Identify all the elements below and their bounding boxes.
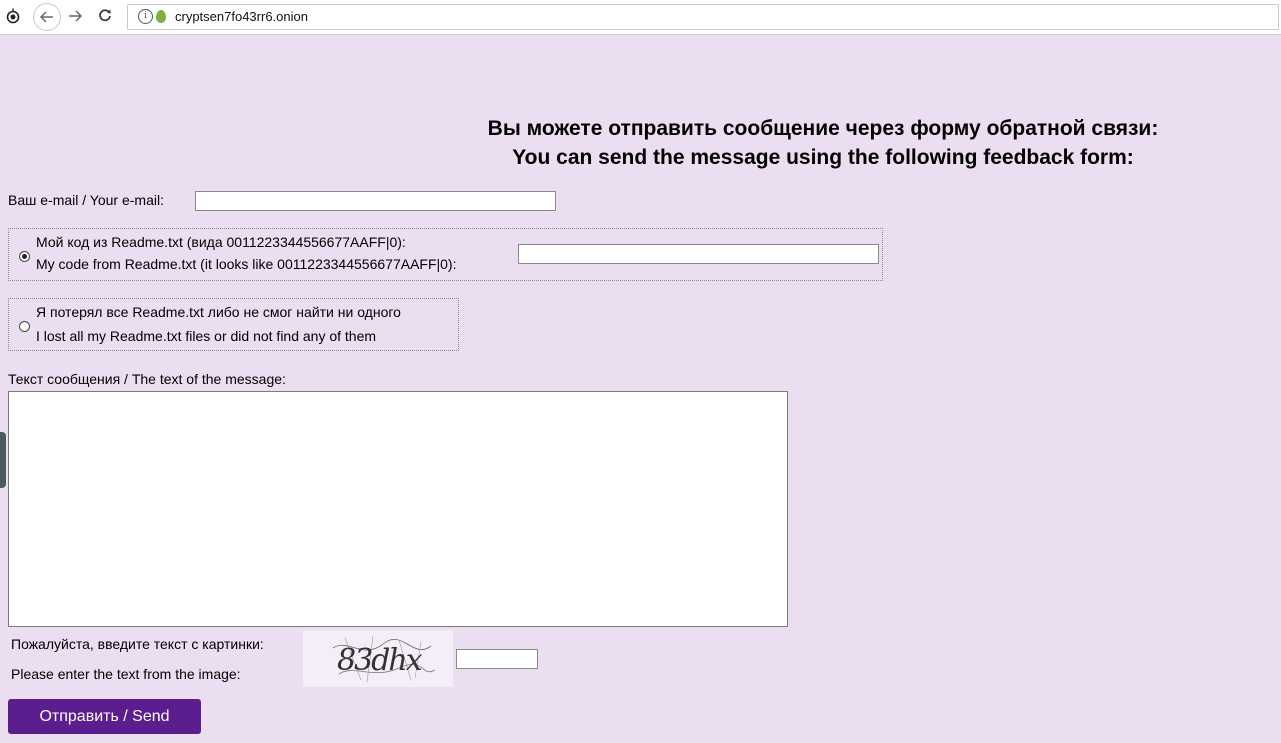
captcha-text: 83dhx: [337, 643, 423, 678]
url-text[interactable]: cryptsen7fo43rr6.onion: [175, 9, 308, 24]
reload-icon[interactable]: [98, 8, 112, 26]
heading-line-en: You can send the message using the follo…: [512, 146, 1134, 169]
readme-code-field[interactable]: [518, 244, 879, 264]
code-radio[interactable]: [19, 251, 30, 262]
lost-radio[interactable]: [19, 321, 30, 332]
email-field[interactable]: [195, 191, 556, 211]
code-label-ru: Мой код из Readme.txt (вида 001122334455…: [36, 234, 406, 250]
captcha-image: 83dhx: [303, 630, 453, 687]
lost-label-ru: Я потерял все Readme.txt либо не смог на…: [36, 304, 401, 320]
send-button[interactable]: Отправить / Send: [8, 699, 201, 734]
info-icon[interactable]: i: [138, 9, 153, 24]
back-arrow-icon[interactable]: [33, 3, 61, 31]
lost-option-group: Я потерял все Readme.txt либо не смог на…: [8, 298, 459, 351]
code-label-en: My code from Readme.txt (it looks like 0…: [36, 256, 457, 272]
address-bar[interactable]: i cryptsen7fo43rr6.onion: [127, 4, 1279, 30]
browser-toolbar: i cryptsen7fo43rr6.onion: [0, 0, 1281, 35]
side-panel-tab[interactable]: [0, 432, 6, 488]
onion-site-icon: [156, 10, 166, 23]
message-label: Текст сообщения / The text of the messag…: [8, 371, 286, 387]
message-textarea[interactable]: [8, 391, 788, 627]
captcha-label-en: Please enter the text from the image:: [11, 666, 241, 682]
email-label: Ваш e-mail / Your e-mail:: [8, 192, 164, 208]
lost-label-en: I lost all my Readme.txt files or did no…: [36, 328, 377, 344]
forward-arrow-icon[interactable]: [68, 9, 83, 26]
captcha-label-ru: Пожалуйста, введите текст с картинки:: [11, 636, 264, 652]
code-option-group: Мой код из Readme.txt (вида 001122334455…: [8, 228, 883, 281]
onion-browser-icon[interactable]: [6, 8, 20, 28]
captcha-input[interactable]: [456, 649, 538, 669]
page-heading: Вы можете отправить сообщение через форм…: [373, 114, 1273, 172]
heading-line-ru: Вы можете отправить сообщение через форм…: [487, 117, 1159, 140]
